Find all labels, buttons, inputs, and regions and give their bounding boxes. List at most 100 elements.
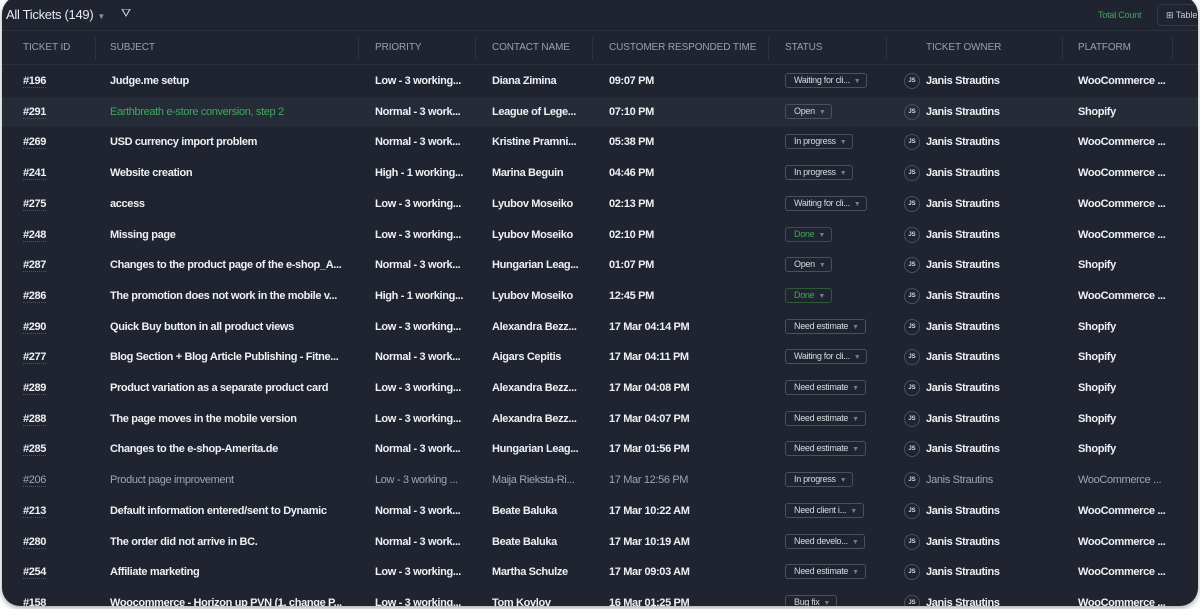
- table-row[interactable]: #288 The page moves in the mobile version…: [2, 404, 1198, 435]
- ticket-id-link[interactable]: #288: [23, 412, 46, 426]
- ticket-id-link[interactable]: #277: [23, 351, 46, 365]
- table-row[interactable]: #158 Woocommerce - Horizon up PVN (1. cha…: [2, 588, 1198, 606]
- cell-id[interactable]: #248: [23, 228, 46, 242]
- cell-id[interactable]: #275: [23, 197, 46, 211]
- status-dropdown[interactable]: Done ▼: [785, 226, 832, 242]
- cell-id[interactable]: #277: [23, 351, 46, 365]
- ticket-id-link[interactable]: #248: [23, 228, 46, 242]
- table-row[interactable]: #291 Earthbreath e-store conversion, step…: [2, 96, 1198, 128]
- status-dropdown[interactable]: Need client i... ▼: [785, 502, 864, 518]
- column-resize-handle[interactable]: [1062, 38, 1063, 60]
- total-count-link[interactable]: Total Count: [1098, 10, 1142, 20]
- table-row[interactable]: #289 Product variation as a separate prod…: [2, 373, 1198, 404]
- status-dropdown[interactable]: In progress ▼: [785, 134, 854, 150]
- table-row[interactable]: #196 Judge.me setup Low - 3 working... Dian…: [2, 66, 1198, 97]
- ticket-id-link[interactable]: #280: [23, 535, 46, 549]
- cell-id[interactable]: #254: [23, 566, 46, 580]
- cell-id[interactable]: #158: [23, 596, 46, 606]
- table-row[interactable]: #290 Quick Buy button in all product view…: [2, 312, 1198, 343]
- status-dropdown[interactable]: Need estimate ▼: [785, 441, 866, 457]
- cell-subject[interactable]: Judge.me setup: [110, 75, 189, 87]
- column-resize-handle[interactable]: [768, 38, 769, 60]
- ticket-id-link[interactable]: #254: [23, 566, 46, 580]
- status-dropdown[interactable]: Need estimate ▼: [785, 410, 866, 426]
- cell-id[interactable]: #287: [23, 259, 46, 273]
- column-resize-handle[interactable]: [1172, 38, 1173, 60]
- cell-id[interactable]: #280: [23, 535, 46, 549]
- status-dropdown[interactable]: Waiting for cli... ▼: [785, 195, 868, 211]
- cell-subject[interactable]: Website creation: [110, 167, 193, 179]
- ticket-id-link[interactable]: #206: [23, 474, 46, 488]
- cell-subject[interactable]: Changes to the e-shop-Amerita.de: [110, 443, 278, 455]
- column-header-owner[interactable]: TICKET OWNER: [926, 42, 1001, 53]
- cell-subject[interactable]: Affiliate marketing: [110, 566, 200, 578]
- ticket-id-link[interactable]: #290: [23, 320, 46, 334]
- status-dropdown[interactable]: In progress ▼: [785, 472, 854, 488]
- cell-subject[interactable]: Woocommerce - Horizon up PVN (1. change …: [110, 597, 342, 606]
- ticket-id-link[interactable]: #241: [23, 167, 46, 181]
- status-dropdown[interactable]: Need estimate ▼: [785, 318, 866, 334]
- status-dropdown[interactable]: Waiting for cli... ▼: [785, 73, 868, 88]
- cell-id[interactable]: #288: [23, 412, 46, 426]
- cell-id[interactable]: #196: [23, 75, 46, 88]
- column-header-time[interactable]: CUSTOMER RESPONDED TIME: [609, 42, 756, 53]
- cell-id[interactable]: #269: [23, 136, 46, 150]
- table-row[interactable]: #213 Default information entered/sent to …: [2, 496, 1198, 527]
- ticket-id-link[interactable]: #287: [23, 259, 46, 273]
- cell-subject[interactable]: Product variation as a separate product …: [110, 382, 328, 394]
- column-resize-handle[interactable]: [95, 38, 96, 60]
- column-resize-handle[interactable]: [475, 38, 476, 60]
- cell-subject[interactable]: The promotion does not work in the mobil…: [110, 290, 337, 302]
- table-row[interactable]: #248 Missing page Low - 3 working... Lyubov…: [2, 220, 1198, 251]
- table-row[interactable]: #241 Website creation High - 1 working... M…: [2, 158, 1198, 189]
- table-row[interactable]: #286 The promotion does not work in the m…: [2, 281, 1198, 312]
- status-dropdown[interactable]: Open ▼: [785, 103, 833, 119]
- column-header-subject[interactable]: SUBJECT: [110, 42, 155, 53]
- cell-subject[interactable]: USD currency import problem: [110, 136, 257, 148]
- ticket-id-link[interactable]: #269: [23, 136, 46, 150]
- status-dropdown[interactable]: Need develo... ▼: [785, 533, 866, 549]
- status-dropdown[interactable]: Waiting for cli... ▼: [785, 349, 868, 365]
- ticket-id-link[interactable]: #158: [23, 596, 46, 606]
- table-row[interactable]: #280 The order did not arrive in BC. Norma…: [2, 527, 1198, 558]
- cell-subject[interactable]: Product page improvement: [110, 474, 234, 486]
- column-header-contact[interactable]: CONTACT NAME: [492, 42, 570, 53]
- column-resize-handle[interactable]: [358, 38, 359, 60]
- filter-icon[interactable]: ⛛: [121, 6, 131, 21]
- column-header-status[interactable]: STATUS: [785, 42, 822, 53]
- ticket-id-link[interactable]: #275: [23, 197, 46, 211]
- cell-id[interactable]: #289: [23, 382, 46, 395]
- cell-subject[interactable]: Changes to the product page of the e-sho…: [110, 259, 342, 271]
- cell-subject[interactable]: The page moves in the mobile version: [110, 413, 297, 425]
- cell-id[interactable]: #213: [23, 504, 46, 518]
- column-resize-handle[interactable]: [592, 38, 593, 60]
- cell-id[interactable]: #241: [23, 167, 46, 181]
- cell-subject[interactable]: The order did not arrive in BC.: [110, 536, 258, 548]
- cell-subject[interactable]: Default information entered/sent to Dyna…: [110, 505, 327, 517]
- cell-id[interactable]: #286: [23, 289, 46, 303]
- cell-id[interactable]: #291: [23, 105, 46, 119]
- status-dropdown[interactable]: Need estimate ▼: [785, 380, 866, 395]
- table-row[interactable]: #287 Changes to the product page of the e…: [2, 250, 1198, 281]
- cell-subject[interactable]: Missing page: [110, 229, 176, 241]
- view-selector[interactable]: All Tickets (149) ▼: [6, 7, 105, 22]
- cell-subject[interactable]: Earthbreath e-store conversion, step 2: [110, 106, 284, 118]
- status-dropdown[interactable]: Need estimate ▼: [785, 564, 866, 580]
- table-view-button[interactable]: ⊞ Table: [1157, 4, 1198, 26]
- column-header-priority[interactable]: PRIORITY: [375, 42, 422, 53]
- table-row[interactable]: #275 access Low - 3 working... Lyubov Mosei…: [2, 189, 1198, 220]
- status-dropdown[interactable]: In progress ▼: [785, 165, 854, 181]
- table-row[interactable]: #285 Changes to the e-shop-Amerita.de Norm…: [2, 434, 1198, 465]
- table-row[interactable]: #254 Affiliate marketing Low - 3 working..…: [2, 557, 1198, 588]
- ticket-id-link[interactable]: #285: [23, 443, 46, 457]
- cell-subject[interactable]: Blog Section + Blog Article Publishing -…: [110, 351, 339, 363]
- ticket-id-link[interactable]: #286: [23, 289, 46, 303]
- table-row[interactable]: #206 Product page improvement Low - 3 work…: [2, 465, 1198, 496]
- cell-id[interactable]: #290: [23, 320, 46, 334]
- cell-subject[interactable]: Quick Buy button in all product views: [110, 321, 294, 333]
- column-resize-handle[interactable]: [886, 38, 887, 60]
- ticket-id-link[interactable]: #289: [23, 382, 46, 395]
- table-row[interactable]: #269 USD currency import problem Normal - …: [2, 127, 1198, 158]
- cell-id[interactable]: #206: [23, 474, 46, 488]
- ticket-id-link[interactable]: #196: [23, 75, 46, 88]
